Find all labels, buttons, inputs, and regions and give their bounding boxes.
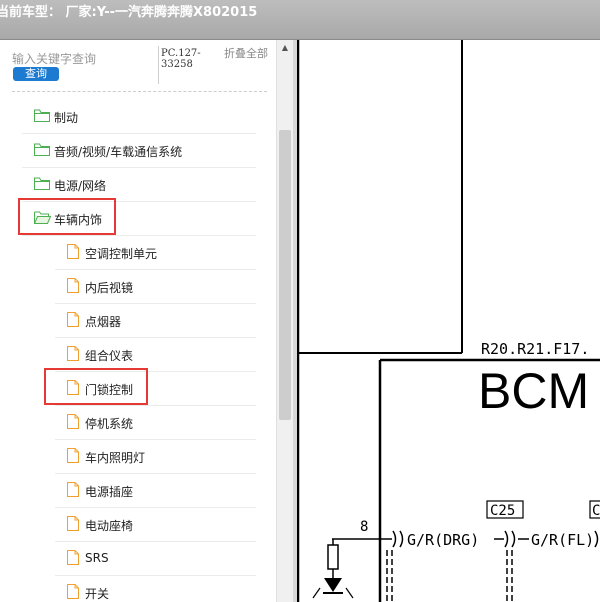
tree-item-label: 空调控制单元: [85, 247, 158, 261]
resistor-symbol: [327, 544, 339, 570]
document-icon: [67, 516, 79, 534]
document-icon: [67, 584, 79, 602]
tree-folder-item[interactable]: 制动: [22, 100, 256, 134]
connector-partial: C: [592, 503, 600, 519]
tree-item-label: 电源插座: [85, 485, 134, 499]
navigation-panel: 查询 PC.127-33258 折叠全部 制动音频/视频/车载通信系统电源/网络…: [0, 40, 276, 602]
title-bar: 当前车型： 厂家:Y--一汽奔腾奔腾X802015: [0, 0, 600, 40]
wiring-diagram-canvas: R20.R21.F17. BCM C25 C 8 G/R(DRG) G/R(FL…: [297, 40, 600, 602]
tree-doc-item[interactable]: 组合仪表: [55, 338, 256, 372]
tree-doc-item[interactable]: 开关: [55, 576, 256, 602]
tree-item-label: 电源/网络: [54, 179, 107, 193]
diode-symbol: [324, 578, 342, 592]
scroll-up-icon[interactable]: ▲: [277, 40, 293, 56]
connector-c25: C25: [490, 503, 515, 519]
query-button[interactable]: 查询: [13, 67, 59, 81]
scroll-thumb[interactable]: [279, 130, 291, 420]
tree-doc-item[interactable]: 电动座椅: [55, 508, 256, 542]
tree-item-label: 音频/视频/车载通信系统: [54, 145, 183, 159]
highlight-box: [44, 368, 148, 405]
search-area: 查询 PC.127-33258 折叠全部: [0, 40, 276, 92]
highlight-box: [18, 198, 116, 235]
folder-icon: [34, 143, 50, 159]
search-input[interactable]: [12, 50, 152, 68]
tree-folder-item[interactable]: 音频/视频/车载通信系统: [22, 134, 256, 168]
document-icon: [67, 448, 79, 466]
document-icon: [67, 550, 79, 568]
folder-icon: [34, 109, 50, 125]
tree-item-label: 组合仪表: [85, 349, 134, 363]
led-ray: [312, 587, 321, 599]
module-name: BCM: [478, 363, 589, 419]
tree-item-label: 电动座椅: [85, 519, 134, 533]
tree-doc-item[interactable]: SRS: [55, 542, 256, 576]
tree-item-label: 开关: [85, 587, 110, 601]
document-icon: [67, 244, 79, 262]
tree-doc-item[interactable]: 内后视镜: [55, 270, 256, 304]
connector-refs: R20.R21.F17.: [481, 340, 589, 358]
collapse-all-button[interactable]: 折叠全部: [224, 48, 268, 60]
scrollbar[interactable]: ▲: [276, 40, 293, 602]
tree-item-label: 点烟器: [85, 315, 122, 329]
connector-symbol: [594, 530, 599, 548]
tree-doc-item[interactable]: 空调控制单元: [55, 236, 256, 270]
tree-item-label: SRS: [85, 551, 109, 565]
tree-doc-item[interactable]: 停机系统: [55, 406, 256, 440]
separator: [12, 91, 267, 92]
wiring-diagram: R20.R21.F17. BCM C25 C 8 G/R(DRG) G/R(FL…: [297, 40, 600, 602]
tree-doc-item[interactable]: 点烟器: [55, 304, 256, 338]
wire-label-drg: G/R(DRG): [407, 531, 479, 549]
tree-doc-item[interactable]: 电源插座: [55, 474, 256, 508]
document-icon: [67, 278, 79, 296]
tree-doc-item[interactable]: 车内照明灯: [55, 440, 256, 474]
document-icon: [67, 346, 79, 364]
vehicle-title: 当前车型： 厂家:Y--一汽奔腾奔腾X802015: [0, 5, 258, 20]
pc-code: PC.127-33258: [161, 48, 201, 70]
tree-folder-item[interactable]: 电源/网络: [22, 168, 256, 202]
document-icon: [67, 482, 79, 500]
connector-symbol: [392, 530, 404, 548]
tree-item-label: 内后视镜: [85, 281, 134, 295]
tree-item-label: 制动: [54, 111, 79, 125]
document-icon: [67, 312, 79, 330]
wire-label-fl: G/R(FL): [531, 531, 594, 549]
tree-item-label: 车内照明灯: [85, 451, 146, 465]
document-icon: [67, 414, 79, 432]
led-ray: [345, 587, 354, 599]
pin-number: 8: [360, 519, 368, 535]
tree-item-label: 停机系统: [85, 417, 134, 431]
divider: [158, 46, 159, 84]
connector-symbol: [504, 530, 516, 548]
folder-icon: [34, 177, 50, 193]
